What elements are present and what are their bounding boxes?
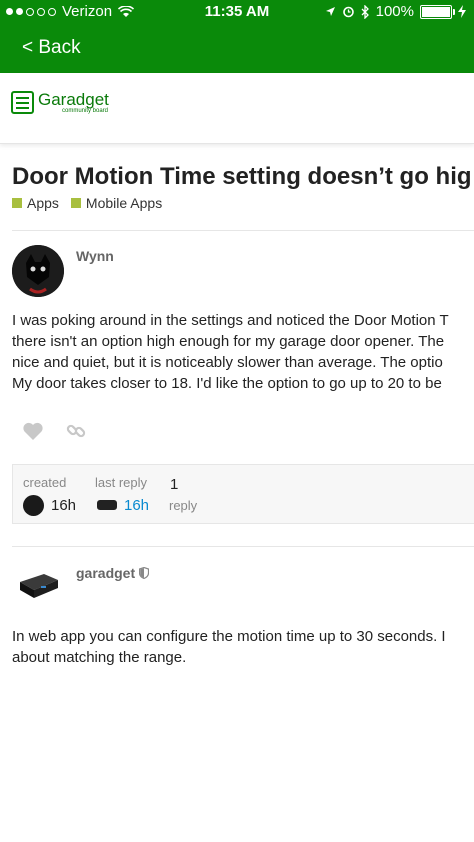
device-avatar-icon <box>20 574 58 598</box>
avatar[interactable] <box>16 568 60 604</box>
post-line: there isn't an option high enough for my… <box>12 333 445 350</box>
logo-name: Garadget <box>38 90 109 109</box>
link-icon[interactable] <box>66 421 86 441</box>
post-username[interactable]: garadget <box>76 565 135 581</box>
post-username-row: garadget <box>76 565 150 581</box>
post-line: nice and quiet, but it is noticeably slo… <box>12 354 443 371</box>
garage-logo-icon <box>11 91 34 114</box>
created-avatar[interactable] <box>23 495 44 516</box>
post-username[interactable]: Wynn <box>76 248 114 264</box>
cat-avatar-icon <box>12 245 64 297</box>
divider <box>12 230 474 231</box>
category-mobile-apps[interactable]: Mobile Apps <box>70 195 163 211</box>
created-label: created <box>23 475 67 490</box>
shield-icon <box>139 567 150 579</box>
garadget-logo[interactable]: Garadget community board <box>11 91 109 114</box>
post-line: In web app you can configure the motion … <box>12 628 446 645</box>
divider <box>12 546 474 547</box>
heart-icon[interactable] <box>22 421 44 441</box>
topic-title[interactable]: Door Motion Time setting doesn’t go hig <box>12 163 472 191</box>
post-actions <box>22 421 86 441</box>
status-bar: Verizon 11:35 AM 100% <box>0 0 474 24</box>
created-time: 16h <box>51 497 77 514</box>
reply-count: 1 <box>170 476 179 493</box>
location-icon <box>325 7 335 16</box>
logo-subtitle: community board <box>62 108 109 114</box>
category-apps[interactable]: Apps <box>12 195 59 211</box>
category-list: Apps Mobile Apps <box>12 195 162 211</box>
last-reply-label: last reply <box>95 475 148 490</box>
back-button[interactable]: < Back <box>22 37 81 59</box>
reply-label: reply <box>169 498 198 513</box>
post-line: I was poking around in the settings and … <box>12 312 449 329</box>
post-line: My door takes closer to 18. I'd like the… <box>12 375 442 392</box>
category-label: Apps <box>27 195 59 211</box>
topic-map[interactable]: created 16h last reply 16h 1 reply <box>12 464 474 524</box>
site-header: Garadget community board <box>0 73 474 144</box>
last-reply-time[interactable]: 16h <box>124 497 149 514</box>
status-right: 100% <box>325 3 466 20</box>
battery-icon <box>420 4 455 19</box>
post-body: I was poking around in the settings and … <box>12 310 449 394</box>
battery-percent: 100% <box>375 3 414 20</box>
category-color-swatch <box>70 198 81 208</box>
post-line: about matching the range. <box>12 649 187 666</box>
alarm-icon <box>342 6 354 18</box>
category-color-swatch <box>12 198 22 208</box>
charging-icon <box>458 5 466 18</box>
avatar[interactable] <box>12 245 64 297</box>
nav-bar: < Back <box>0 24 474 73</box>
bluetooth-icon <box>361 4 369 19</box>
category-label: Mobile Apps <box>85 195 163 211</box>
post-body: In web app you can configure the motion … <box>12 626 446 668</box>
last-reply-avatar[interactable] <box>97 500 117 510</box>
